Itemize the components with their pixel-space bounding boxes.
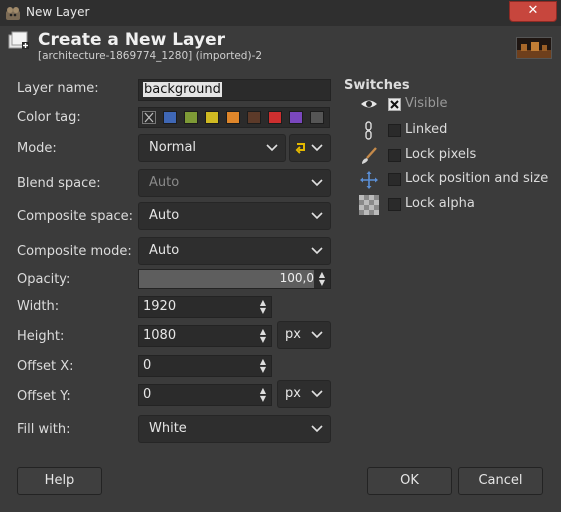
cancel-button[interactable]: Cancel xyxy=(458,467,543,495)
composite-space-label: Composite space: xyxy=(17,209,134,224)
opacity-value: 100,0 xyxy=(279,271,314,285)
chevron-down-icon xyxy=(311,331,323,339)
new-layer-icon xyxy=(8,31,29,49)
chevron-down-icon xyxy=(311,144,323,152)
chain-icon xyxy=(365,121,372,140)
color-tag-orange[interactable] xyxy=(226,111,240,124)
offset-x-spinner[interactable]: ▲ ▼ xyxy=(257,358,269,374)
size-unit-value: px xyxy=(285,327,301,342)
chevron-down-icon xyxy=(311,212,323,220)
chevron-down-icon xyxy=(311,390,323,398)
blend-space-dropdown: Auto xyxy=(138,169,331,197)
switches-heading: Switches xyxy=(344,78,410,93)
linked-label: Linked xyxy=(405,122,448,137)
composite-mode-dropdown[interactable]: Auto xyxy=(138,237,331,265)
composite-mode-label: Composite mode: xyxy=(17,244,132,259)
close-icon: ✕ xyxy=(527,3,539,18)
dialog-title: Create a New Layer xyxy=(38,30,225,50)
opacity-spinner[interactable]: ▲ ▼ xyxy=(316,271,328,287)
width-spinner[interactable]: ▲ ▼ xyxy=(257,299,269,315)
color-tag-yellow[interactable] xyxy=(205,111,219,124)
offset-y-input[interactable]: 0 ▲ ▼ xyxy=(138,384,272,406)
height-spinner[interactable]: ▲ ▼ xyxy=(257,328,269,344)
checkerboard-icon xyxy=(359,195,379,215)
width-input[interactable]: 1920 ▲ ▼ xyxy=(138,296,272,318)
color-tag-gray[interactable] xyxy=(310,111,324,124)
ok-button[interactable]: OK xyxy=(367,467,452,495)
fill-with-dropdown[interactable]: White xyxy=(138,415,331,443)
layer-name-value: background xyxy=(143,82,222,97)
color-tag-red[interactable] xyxy=(268,111,282,124)
chevron-down-icon xyxy=(311,425,323,433)
color-tag-blue[interactable] xyxy=(163,111,177,124)
height-input[interactable]: 1080 ▲ ▼ xyxy=(138,325,272,347)
lock-position-label: Lock position and size xyxy=(405,171,549,186)
paintbrush-icon xyxy=(362,147,377,164)
color-tag-brown[interactable] xyxy=(247,111,261,124)
fill-with-value: White xyxy=(149,421,187,436)
opacity-label: Opacity: xyxy=(17,272,71,287)
offset-unit-value: px xyxy=(285,386,301,401)
composite-space-value: Auto xyxy=(149,208,180,223)
close-button[interactable]: ✕ xyxy=(509,1,557,22)
mode-dropdown[interactable]: Normal xyxy=(138,134,286,162)
mode-value: Normal xyxy=(149,140,197,155)
visible-label: Visible xyxy=(405,96,448,111)
lock-alpha-checkbox[interactable] xyxy=(388,198,401,211)
window-titlebar: New Layer xyxy=(0,0,561,26)
composite-mode-value: Auto xyxy=(149,243,180,258)
chevron-down-icon xyxy=(311,179,323,187)
color-tag-label: Color tag: xyxy=(17,110,81,125)
composite-space-dropdown[interactable]: Auto xyxy=(138,202,331,230)
layer-name-input[interactable]: background xyxy=(138,79,331,101)
color-tag-green[interactable] xyxy=(184,111,198,124)
width-value: 1920 xyxy=(143,299,177,314)
width-label: Width: xyxy=(17,299,60,314)
color-tag-violet[interactable] xyxy=(289,111,303,124)
blend-space-value: Auto xyxy=(149,175,180,190)
fill-with-label: Fill with: xyxy=(17,422,71,437)
image-thumbnail xyxy=(516,37,552,59)
chevron-down-icon xyxy=(266,144,278,152)
color-tag-picker[interactable] xyxy=(138,107,330,128)
height-label: Height: xyxy=(17,329,65,344)
size-unit-dropdown[interactable]: px xyxy=(277,321,331,349)
linked-checkbox[interactable] xyxy=(388,124,401,137)
chevron-down-icon xyxy=(311,247,323,255)
lock-alpha-label: Lock alpha xyxy=(405,196,475,211)
lock-pixels-label: Lock pixels xyxy=(405,147,477,162)
offset-x-input[interactable]: 0 ▲ ▼ xyxy=(138,355,272,377)
mode-label: Mode: xyxy=(17,141,57,156)
visible-checkbox[interactable] xyxy=(388,98,401,111)
offset-x-label: Offset X: xyxy=(17,359,74,374)
offset-y-value: 0 xyxy=(143,387,152,402)
offset-unit-dropdown[interactable]: px xyxy=(277,380,331,408)
height-value: 1080 xyxy=(143,328,177,343)
help-button[interactable]: Help xyxy=(17,467,102,495)
image-name: [architecture-1869774_1280] (imported)-2 xyxy=(38,50,263,62)
opacity-scale[interactable]: 100,0 ▲ ▼ xyxy=(138,269,331,289)
offset-y-label: Offset Y: xyxy=(17,389,71,404)
lock-position-checkbox[interactable] xyxy=(388,173,401,186)
eye-icon xyxy=(361,100,377,108)
mode-group-dropdown[interactable] xyxy=(289,134,331,162)
layer-name-label: Layer name: xyxy=(17,81,99,96)
gimp-app-icon xyxy=(6,7,20,20)
offset-x-value: 0 xyxy=(143,358,152,373)
offset-y-spinner[interactable]: ▲ ▼ xyxy=(257,387,269,403)
blend-space-label: Blend space: xyxy=(17,176,101,191)
switch-mode-icon xyxy=(295,143,305,154)
lock-pixels-checkbox[interactable] xyxy=(388,149,401,162)
move-icon xyxy=(360,171,378,189)
color-tag-none[interactable] xyxy=(142,111,156,124)
window-title: New Layer xyxy=(26,5,90,19)
